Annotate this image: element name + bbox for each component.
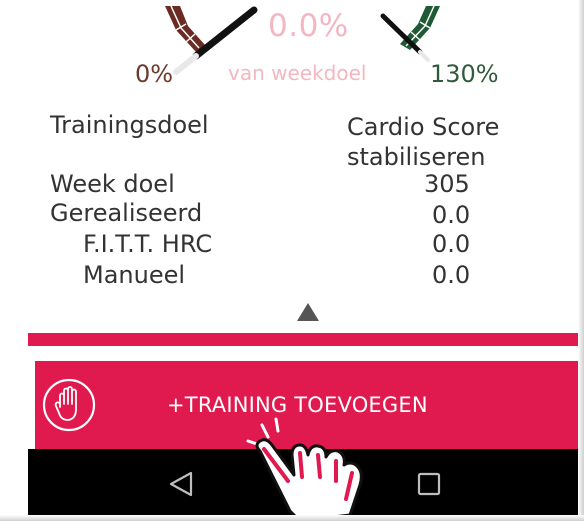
back-triangle-icon[interactable]: [167, 470, 195, 498]
gauge-min-label: 0%: [135, 60, 174, 88]
gauge-low-segment: [165, 5, 206, 52]
fitt-hrc-value: 0.0: [432, 230, 471, 258]
gauge-subtitle: van weekdoel: [228, 61, 367, 85]
fitt-hrc-label: F.I.T.T. HRC: [83, 230, 213, 258]
week-goal-value: 305: [424, 170, 470, 198]
training-goal-value-line2: stabiliseren: [347, 143, 486, 171]
frame-shadow-right: [578, 0, 584, 521]
stop-hand-icon: [42, 378, 96, 432]
accent-divider: [28, 333, 584, 346]
manual-label: Manueel: [83, 261, 186, 289]
add-training-label: +TRAINING TOEVOEGEN: [167, 393, 428, 417]
gauge-high-segment: [400, 5, 440, 50]
realized-value: 0.0: [432, 201, 471, 229]
frame-shadow-bottom: [0, 515, 584, 521]
expand-up-arrow-icon[interactable]: [296, 302, 320, 322]
training-goal-value-line1: Cardio Score: [347, 113, 500, 141]
recent-apps-square-icon[interactable]: [415, 470, 443, 498]
realized-label: Gerealiseerd: [50, 199, 203, 227]
week-goal-label: Week doel: [50, 170, 175, 198]
weekly-goal-gauge: 0.0% van weekdoel 0% 130%: [0, 0, 584, 100]
gauge-percentage: 0.0%: [268, 8, 349, 44]
training-goal-label: Trainingsdoel: [50, 111, 209, 139]
screen: 0.0% van weekdoel 0% 130% Trainingsdoel …: [0, 0, 584, 521]
gauge-max-label: 130%: [430, 60, 499, 88]
manual-value: 0.0: [432, 261, 471, 289]
tap-pointer-hand-icon: [246, 417, 363, 521]
